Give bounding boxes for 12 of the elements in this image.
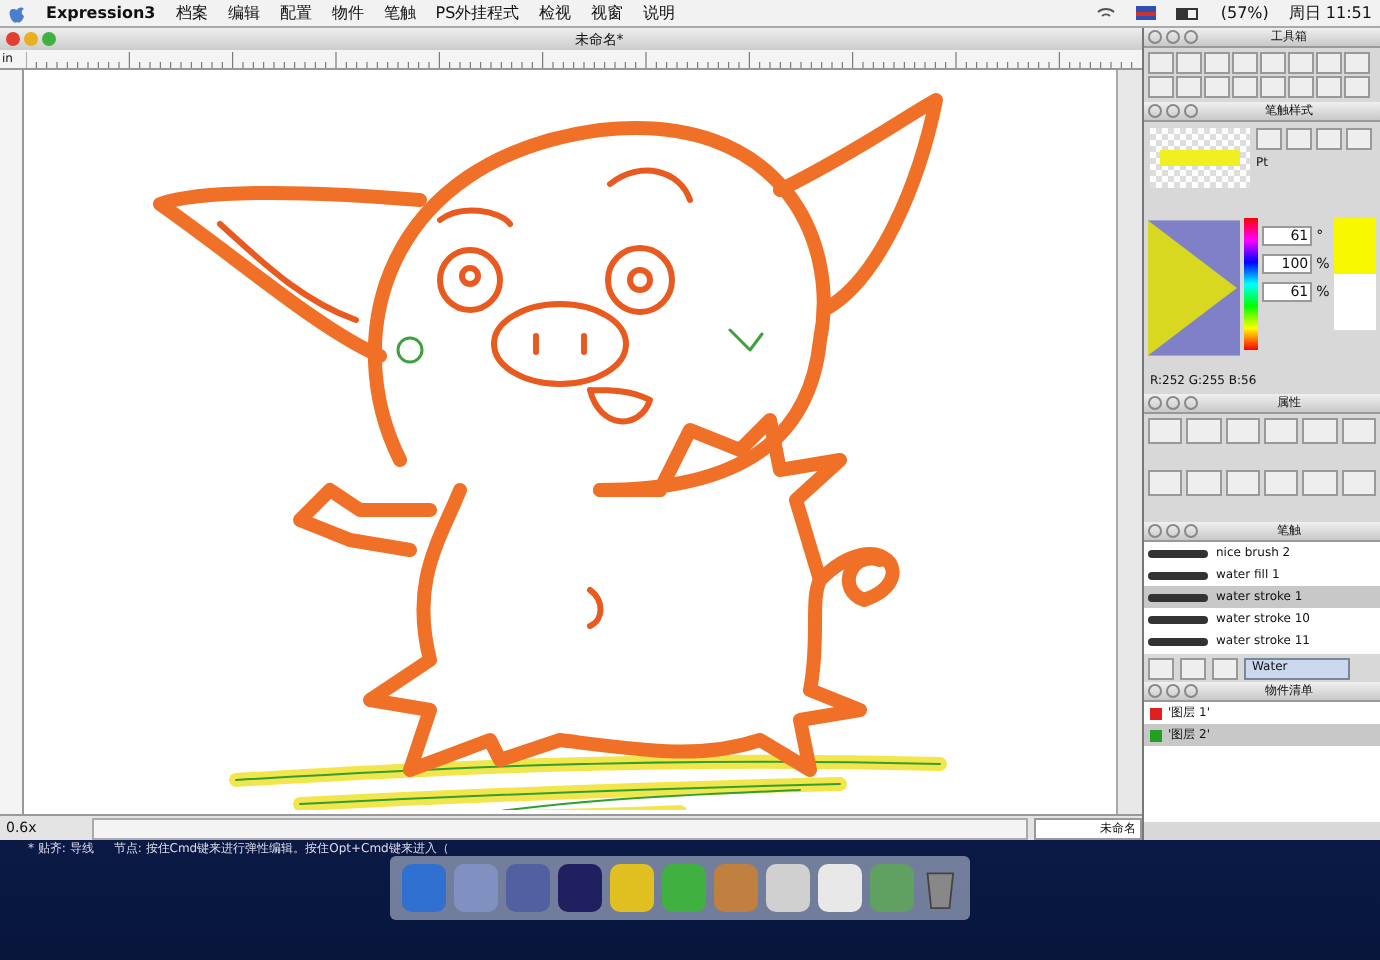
menu-item[interactable]: 物件 <box>331 2 364 24</box>
menu-item[interactable]: 说明 <box>643 2 676 24</box>
menu-item[interactable]: 检视 <box>539 2 572 24</box>
menu-item[interactable]: PS外挂程式 <box>435 2 520 24</box>
battery-percent: (57%) <box>1220 4 1269 22</box>
menu-item[interactable]: 配置 <box>279 2 312 24</box>
menu-item[interactable]: 笔触 <box>383 2 416 24</box>
menu-item[interactable]: 视窗 <box>591 2 624 24</box>
menu-app-name[interactable]: Expression3 <box>46 4 156 22</box>
menu-item[interactable]: 编辑 <box>227 2 260 24</box>
menu-clock[interactable]: 周日 11:51 <box>1288 2 1372 24</box>
menu-item[interactable]: 档案 <box>175 2 208 24</box>
